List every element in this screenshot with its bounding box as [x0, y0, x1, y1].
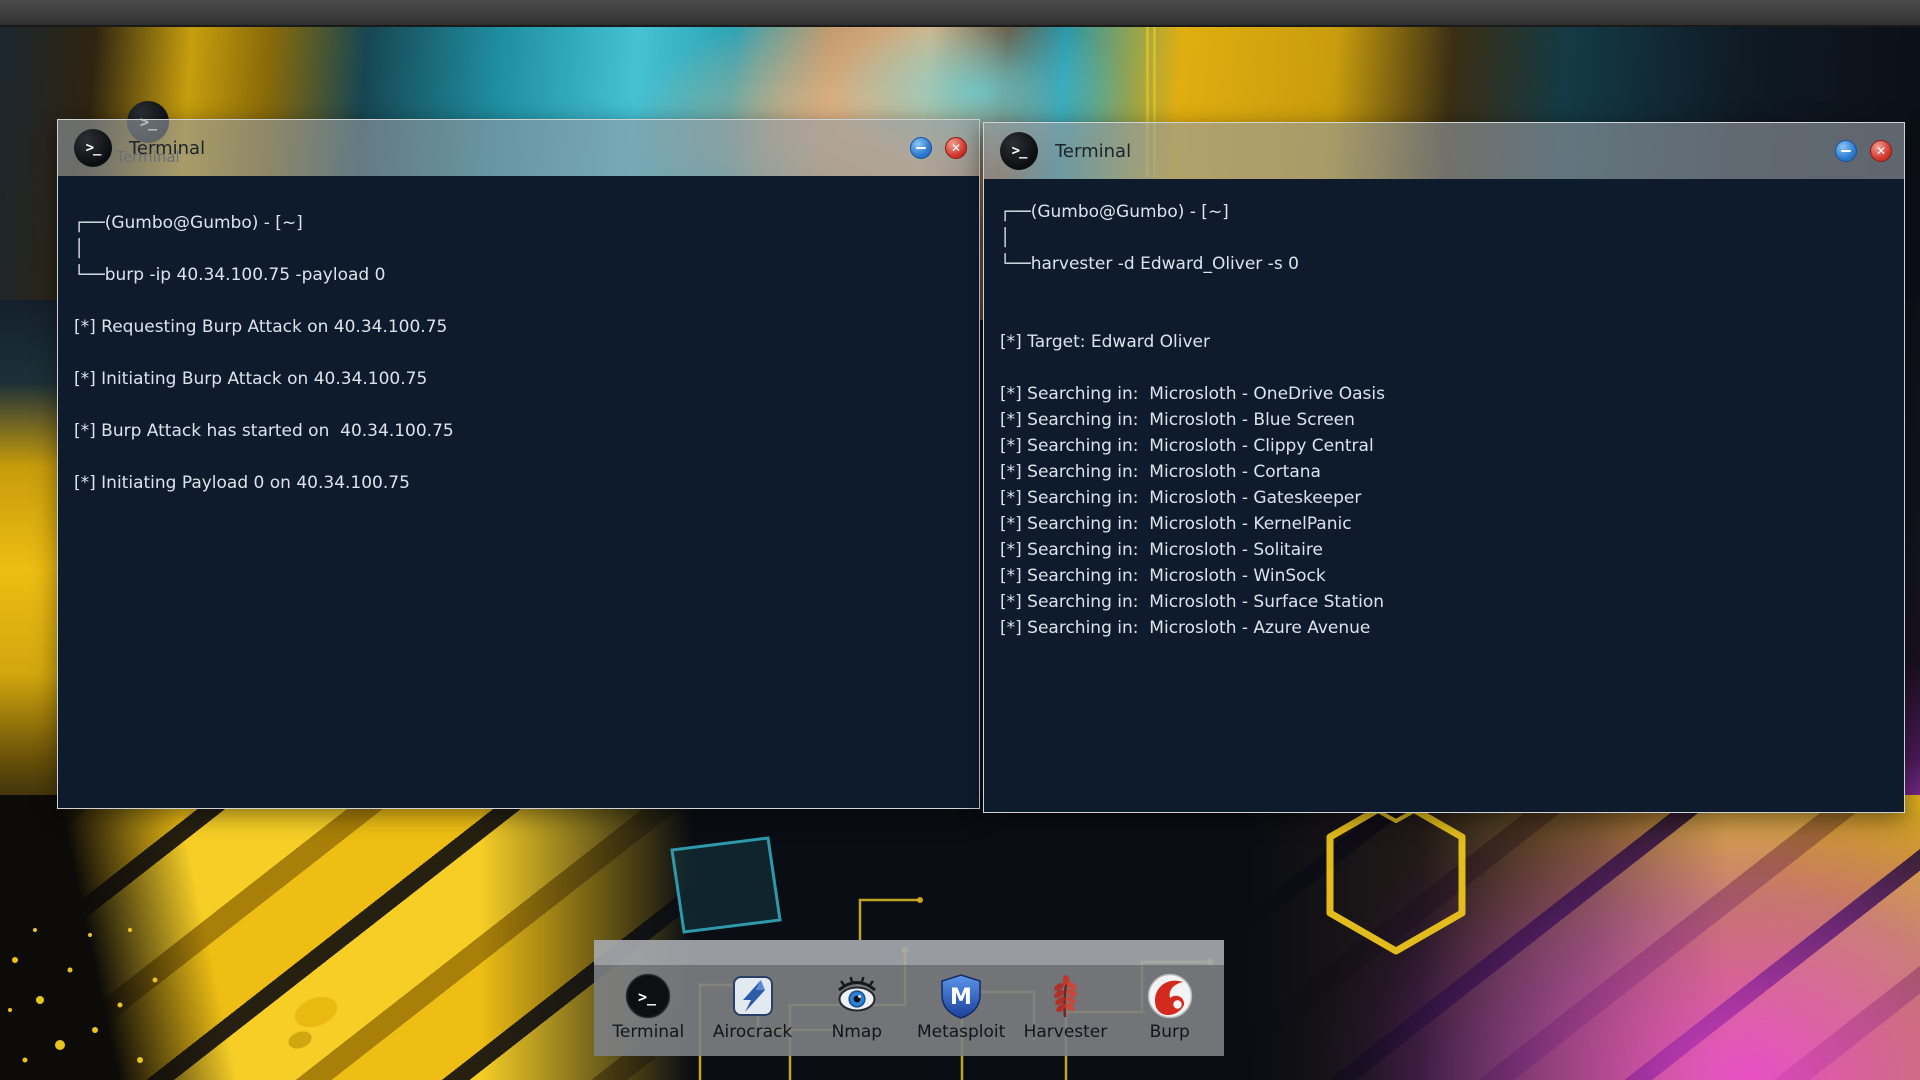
top-bar: [0, 0, 1920, 27]
window-titlebar[interactable]: >_ Terminal ✕: [58, 120, 979, 176]
terminal-line: [*] Target: Edward Oliver: [1000, 329, 1888, 355]
dock-item-metasploit[interactable]: M Metasploit: [911, 973, 1011, 1042]
terminal-line: [74, 288, 963, 314]
close-button[interactable]: ✕: [945, 137, 967, 159]
dock-handle[interactable]: [594, 940, 1224, 966]
dock-item-burp[interactable]: Burp: [1120, 973, 1220, 1042]
terminal-line: [*] Burp Attack has started on 40.34.100…: [74, 418, 963, 444]
terminal-line: [*] Searching in: Microsloth - Surface S…: [1000, 589, 1888, 615]
window-controls: ✕: [1835, 140, 1892, 162]
dock-item-nmap[interactable]: Nmap: [807, 973, 907, 1042]
close-icon: ✕: [1876, 145, 1886, 157]
close-button[interactable]: ✕: [1870, 140, 1892, 162]
terminal-line: │: [1000, 225, 1888, 251]
terminal-line: [*] Searching in: Microsloth - WinSock: [1000, 563, 1888, 589]
terminal-line: [1000, 355, 1888, 381]
terminal-line: [*] Searching in: Microsloth - Blue Scre…: [1000, 407, 1888, 433]
terminal-line: [1000, 277, 1888, 303]
terminal-line: [74, 444, 963, 470]
terminal-icon: >_: [625, 973, 671, 1019]
terminal-line: [*] Requesting Burp Attack on 40.34.100.…: [74, 314, 963, 340]
window-titlebar[interactable]: >_ Terminal ✕: [984, 123, 1904, 179]
metasploit-icon: M: [938, 973, 984, 1019]
terminal-line: [74, 340, 963, 366]
terminal-window-right: >_ Terminal ✕ ┌──(Gumbo@Gumbo) - [~]│└──…: [983, 122, 1905, 813]
terminal-output[interactable]: ┌──(Gumbo@Gumbo) - [~]│└──harvester -d E…: [984, 179, 1904, 812]
terminal-line: └──burp -ip 40.34.100.75 -payload 0: [74, 262, 963, 288]
terminal-line: [*] Searching in: Microsloth - Solitaire: [1000, 537, 1888, 563]
terminal-icon: >_: [74, 129, 112, 167]
terminal-line: [*] Initiating Burp Attack on 40.34.100.…: [74, 366, 963, 392]
dock-item-terminal[interactable]: >_ Terminal: [598, 973, 698, 1042]
terminal-line: [*] Searching in: Microsloth - Gateskeep…: [1000, 485, 1888, 511]
window-title: Terminal: [129, 138, 205, 159]
terminal-line: [*] Searching in: Microsloth - OneDrive …: [1000, 381, 1888, 407]
airocrack-icon: [730, 973, 776, 1019]
minimize-icon: [916, 147, 926, 150]
terminal-line: ┌──(Gumbo@Gumbo) - [~]: [74, 210, 963, 236]
window-title: Terminal: [1055, 141, 1131, 162]
svg-text:>_: >_: [638, 988, 657, 1006]
terminal-output[interactable]: ┌──(Gumbo@Gumbo) - [~]│└──burp -ip 40.34…: [58, 176, 979, 808]
minimize-button[interactable]: [910, 137, 932, 159]
terminal-line: [*] Searching in: Microsloth - KernelPan…: [1000, 511, 1888, 537]
terminal-line: [*] Initiating Payload 0 on 40.34.100.75: [74, 470, 963, 496]
terminal-line: ┌──(Gumbo@Gumbo) - [~]: [1000, 199, 1888, 225]
dock-item-harvester[interactable]: Harvester: [1015, 973, 1115, 1042]
terminal-window-left: >_ Terminal ✕ ┌──(Gumbo@Gumbo) - [~]│└──…: [57, 119, 980, 809]
harvester-icon: [1042, 973, 1088, 1019]
window-controls: ✕: [910, 137, 967, 159]
terminal-line: │: [74, 236, 963, 262]
burp-icon: [1147, 973, 1193, 1019]
terminal-line: [*] Searching in: Microsloth - Cortana: [1000, 459, 1888, 485]
dock-item-airocrack[interactable]: Airocrack: [703, 973, 803, 1042]
minimize-icon: [1841, 150, 1851, 153]
terminal-line: └──harvester -d Edward_Oliver -s 0: [1000, 251, 1888, 277]
nmap-icon: [834, 973, 880, 1019]
svg-text:M: M: [950, 985, 972, 1010]
minimize-button[interactable]: [1835, 140, 1857, 162]
terminal-line: [*] Searching in: Microsloth - Clippy Ce…: [1000, 433, 1888, 459]
dock-body: >_ Terminal Airocrack: [594, 966, 1224, 1056]
dock: >_ Terminal Airocrack: [594, 940, 1224, 1056]
close-icon: ✕: [951, 142, 961, 154]
terminal-line: [1000, 303, 1888, 329]
terminal-line: [*] Searching in: Microsloth - Azure Ave…: [1000, 615, 1888, 641]
terminal-line: [74, 392, 963, 418]
terminal-icon: >_: [1000, 132, 1038, 170]
